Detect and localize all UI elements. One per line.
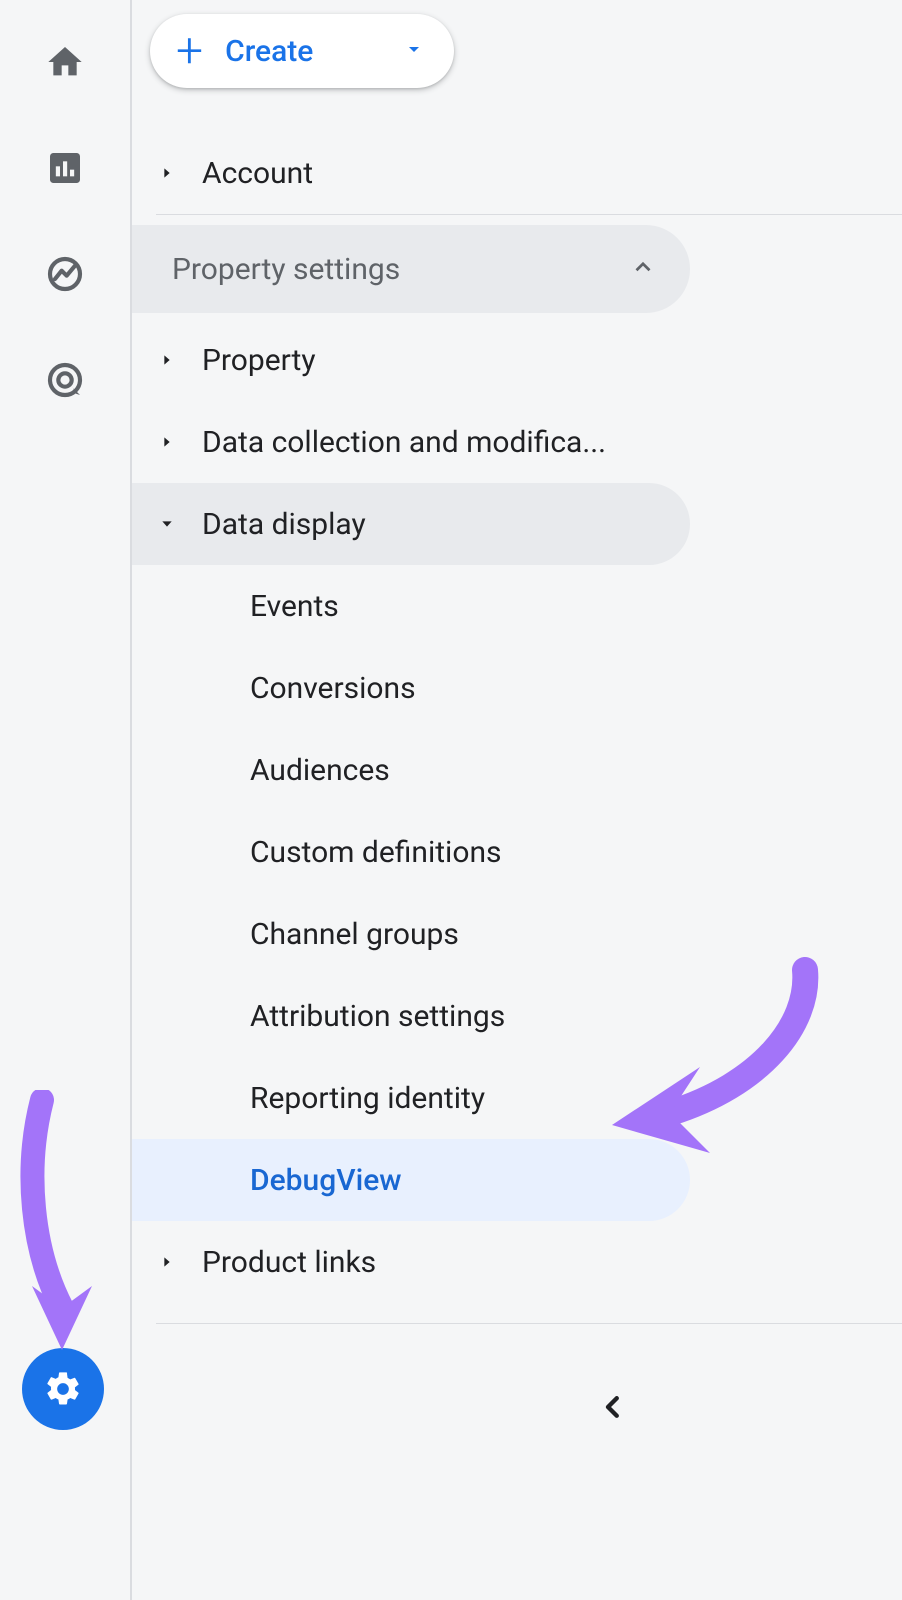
caret-right-icon [132,352,202,368]
subitem-attribution-settings[interactable]: Attribution settings [132,975,690,1057]
subitem-debugview[interactable]: DebugView [132,1139,690,1221]
chevron-up-icon [630,254,656,284]
caret-right-icon [132,165,202,181]
create-label: Create [225,34,313,69]
collapse-panel-button[interactable] [598,1392,628,1426]
home-icon[interactable] [41,38,89,86]
subitem-label: DebugView [250,1163,402,1198]
section-property-settings[interactable]: Property settings [132,225,690,313]
subitem-audiences[interactable]: Audiences [132,729,690,811]
subitem-label: Channel groups [250,917,459,952]
subitem-events[interactable]: Events [132,565,690,647]
caret-right-icon [132,434,202,450]
advertising-icon[interactable] [41,356,89,404]
subitem-label: Events [250,589,339,624]
caret-right-icon [132,1254,202,1270]
tree-item-label: Data display [202,507,366,542]
subitem-conversions[interactable]: Conversions [132,647,690,729]
admin-gear-button[interactable] [22,1348,104,1430]
tree-item-label: Product links [202,1245,376,1280]
tree-item-data-display[interactable]: Data display [132,483,690,565]
section-label: Property settings [172,252,630,287]
tree-item-product-links[interactable]: Product links [132,1221,902,1303]
tree-item-label: Data collection and modifica... [202,425,606,460]
reports-icon[interactable] [41,144,89,192]
plus-icon: + [176,27,203,75]
admin-panel: + Create Account Property settings Prope… [132,0,902,1600]
create-button[interactable]: + Create [150,14,454,88]
explore-icon[interactable] [41,250,89,298]
subitem-custom-definitions[interactable]: Custom definitions [132,811,690,893]
tree-item-label: Property [202,343,316,378]
caret-down-icon [132,516,202,532]
subitem-label: Conversions [250,671,416,706]
settings-tree: Account Property settings Property Data … [132,132,902,1324]
tree-item-account[interactable]: Account [132,132,902,214]
divider [156,214,902,215]
subitem-reporting-identity[interactable]: Reporting identity [132,1057,690,1139]
subitem-label: Custom definitions [250,835,502,870]
divider [156,1323,902,1324]
subitem-label: Reporting identity [250,1081,485,1116]
subitem-label: Audiences [250,753,390,788]
subitem-label: Attribution settings [250,999,505,1034]
tree-item-label: Account [202,156,313,191]
subitem-channel-groups[interactable]: Channel groups [132,893,690,975]
tree-item-data-collection[interactable]: Data collection and modifica... [132,401,902,483]
chevron-down-icon [402,37,426,65]
tree-item-property[interactable]: Property [132,319,902,401]
